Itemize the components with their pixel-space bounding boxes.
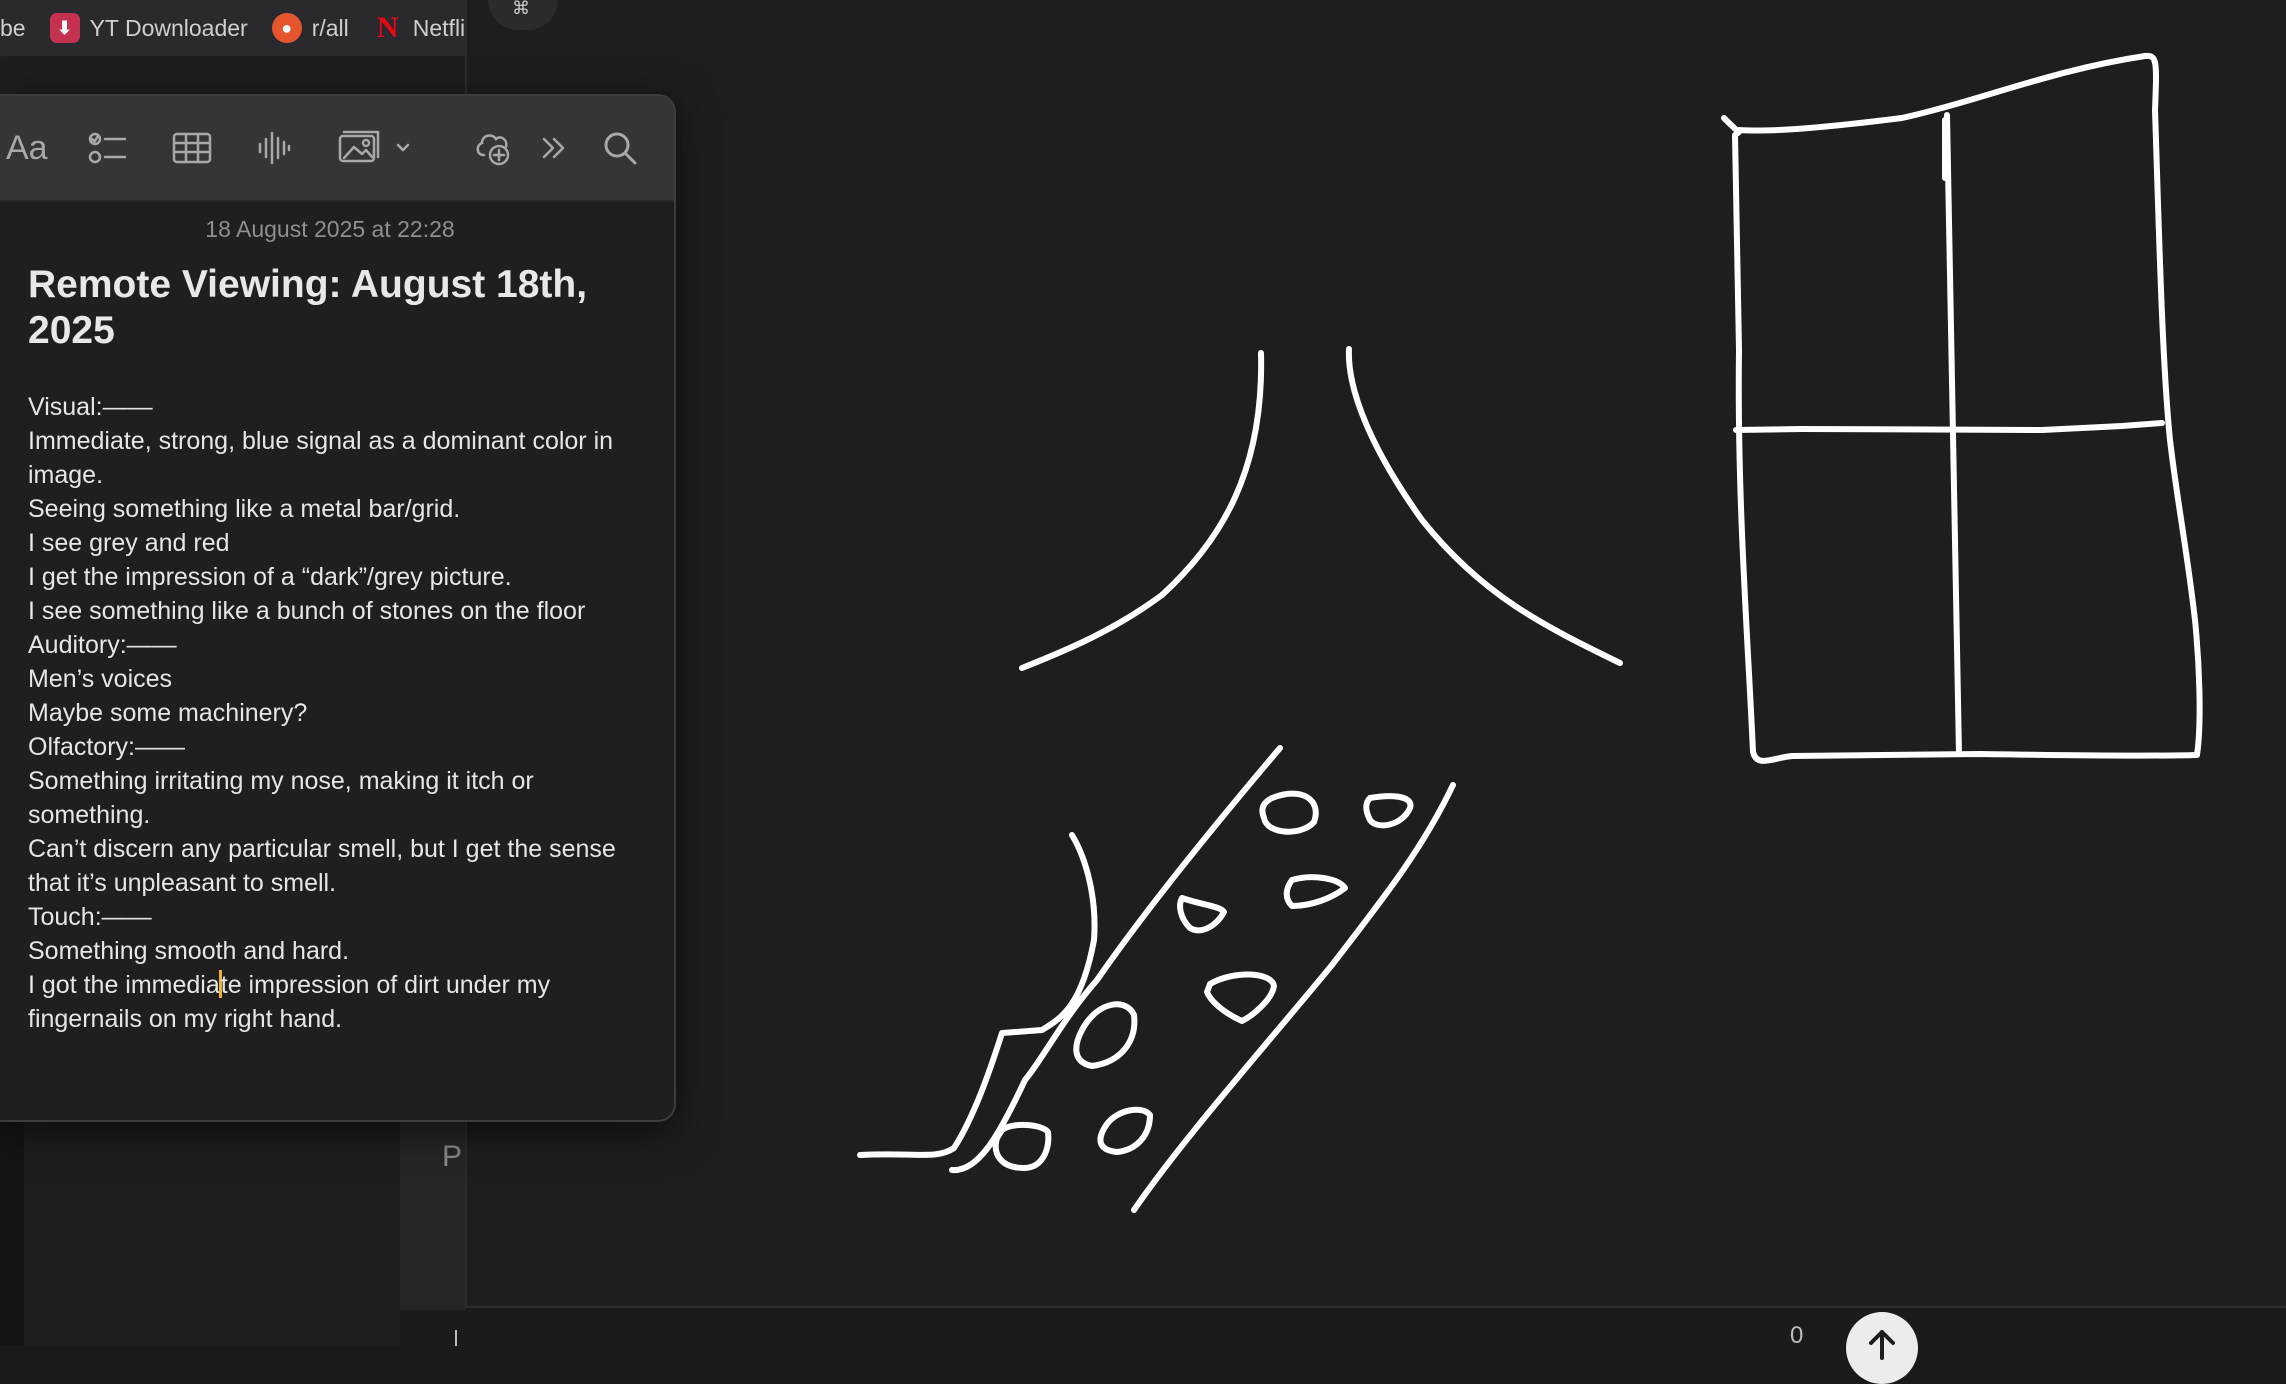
bottom-bar	[400, 1310, 2286, 1346]
sketch-left-curve	[1019, 350, 1265, 671]
waveform-icon	[258, 131, 291, 165]
notes-toolbar: Aa	[0, 96, 674, 202]
checklist-icon	[88, 132, 127, 164]
note-line: Touch:——	[28, 903, 152, 931]
bookmark-netflix[interactable]: N Netfli	[373, 11, 465, 44]
stone-5	[1204, 971, 1277, 1024]
bookmark-label: r/all	[311, 14, 349, 41]
more-button[interactable]	[534, 126, 574, 170]
netflix-icon: N	[376, 11, 399, 44]
note-title[interactable]: Remote Viewing: August 18th, 2025	[28, 262, 648, 354]
sketch-right-curve	[1345, 346, 1623, 666]
stone-2	[1363, 793, 1414, 829]
stone-7	[992, 1122, 1052, 1171]
collaborate-icon	[476, 134, 510, 166]
note-line: Visual:——	[28, 393, 153, 421]
note-line: Seeing something like a metal bar/grid.	[28, 495, 461, 523]
bookmark-label: Netfli	[412, 14, 465, 41]
stone-1	[1259, 790, 1319, 835]
bookmark-reddit-all[interactable]: ● r/all	[271, 13, 349, 43]
note-line: Auditory:——	[28, 631, 177, 659]
bookmarks-bar: be ⬇ YT Downloader ● r/all N Netfli	[0, 0, 465, 56]
photo-icon	[338, 130, 410, 163]
sketch-path-left-edge	[949, 745, 1283, 1174]
sketch-drawing	[857, 52, 2203, 1213]
note-line-with-caret: I got the immediate impression of dirt u…	[28, 968, 648, 1036]
note-body[interactable]: Visual:—— Immediate, strong, blue signal…	[28, 390, 648, 1036]
note-line: I get the impression of a “dark”/grey pi…	[28, 563, 512, 591]
sketch-bush-line	[857, 832, 1098, 1158]
audio-button[interactable]	[252, 126, 296, 170]
note-line: I see something like a bunch of stones o…	[28, 597, 586, 625]
bookmark-label: YT Downloader	[89, 14, 248, 41]
search-button[interactable]	[598, 126, 642, 170]
sketch-path-right-edge	[1131, 782, 1456, 1213]
input-caret	[455, 1330, 457, 1346]
command-icon: ⌘	[512, 0, 530, 18]
note-line: Can’t discern any particular smell, but …	[28, 835, 623, 897]
stone-3	[1177, 895, 1227, 934]
reddit-icon: ●	[271, 13, 302, 43]
arrow-up-icon	[1869, 1330, 1895, 1360]
sketch-window-horizontal	[1733, 420, 2165, 433]
checklist-button[interactable]	[86, 126, 130, 170]
bookmark-partial[interactable]: be	[0, 15, 26, 42]
canvas-partial-text: P	[442, 1140, 463, 1173]
send-up-button[interactable]	[1846, 1312, 1918, 1384]
note-date: 18 August 2025 at 22:28	[205, 216, 455, 242]
note-line: Men’s voices	[28, 665, 173, 693]
sketch-window-vertical	[1942, 112, 1962, 757]
table-icon	[172, 132, 212, 164]
table-button[interactable]	[170, 126, 214, 170]
note-line: Something smooth and hard.	[28, 937, 350, 965]
note-line: I see grey and red	[28, 529, 230, 557]
stone-4	[1283, 874, 1348, 909]
media-button[interactable]	[336, 126, 416, 170]
note-line: Olfactory:——	[28, 733, 185, 761]
note-line: Maybe some machinery?	[28, 699, 308, 727]
sketch-window-frame	[1721, 52, 2203, 764]
bookmark-yt-downloader[interactable]: ⬇ YT Downloader	[49, 13, 248, 43]
search-icon	[604, 132, 637, 165]
stone-8	[1097, 1106, 1153, 1155]
stone-6	[1073, 1001, 1138, 1069]
bookmark-label: be	[0, 14, 26, 41]
download-icon: ⬇	[49, 13, 80, 43]
note-line: Something irritating my nose, making it …	[28, 767, 541, 829]
drawing-canvas[interactable]	[465, 0, 2286, 1308]
note-text-before-caret: I got the immedia	[28, 971, 220, 999]
chevrons-right-icon	[542, 137, 565, 159]
collaborate-button[interactable]	[470, 126, 514, 170]
notes-window: Aa 18 August 2025 at 22:28 Remote Viewin…	[0, 94, 676, 1122]
note-line: Immediate, strong, blue signal as a domi…	[28, 427, 620, 489]
format-button[interactable]: Aa	[6, 126, 48, 170]
